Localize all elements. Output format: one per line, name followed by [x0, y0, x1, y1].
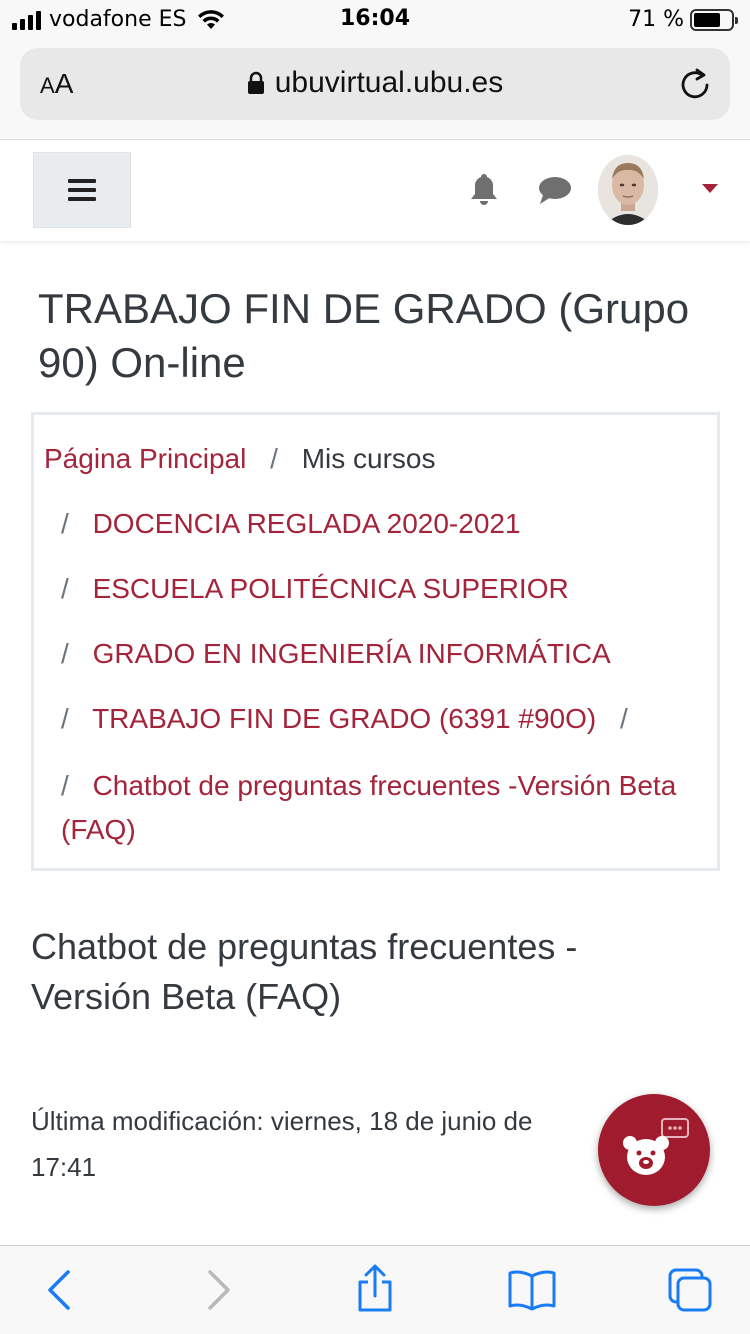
- user-photo-icon: [598, 155, 658, 225]
- breadcrumb-row: / TRABAJO FIN DE GRADO (6391 #90O) /: [44, 699, 707, 764]
- url-display[interactable]: ubuvirtual.ubu.es: [20, 66, 730, 100]
- tabs-icon[interactable]: [666, 1266, 716, 1314]
- share-icon[interactable]: [354, 1264, 396, 1314]
- breadcrumb-home-link[interactable]: Página Principal: [44, 443, 246, 474]
- hamburger-icon: [68, 174, 96, 206]
- breadcrumb-my-courses: Mis cursos: [301, 443, 436, 474]
- browser-address-area: AA ubuvirtual.ubu.es: [0, 40, 750, 140]
- breadcrumb-tfg-link[interactable]: TRABAJO FIN DE GRADO (6391 #90O): [92, 703, 596, 734]
- battery-percent: 71 %: [628, 7, 684, 32]
- breadcrumb: Página Principal / Mis cursos / DOCENCIA…: [31, 412, 720, 871]
- reload-icon[interactable]: [678, 66, 712, 102]
- address-bar[interactable]: AA ubuvirtual.ubu.es: [20, 48, 730, 120]
- forward-icon: [208, 1270, 230, 1310]
- back-icon[interactable]: [44, 1268, 74, 1312]
- breadcrumb-separator: /: [61, 508, 69, 539]
- status-bar: vodafone ES 16:04 71 %: [0, 0, 750, 40]
- nav-drawer-button[interactable]: [33, 152, 131, 228]
- user-menu-caret-icon[interactable]: [702, 184, 718, 193]
- breadcrumb-separator: /: [61, 638, 69, 669]
- section-title: Chatbot de preguntas frecuentes - Versió…: [31, 926, 578, 1017]
- breadcrumb-separator: /: [61, 770, 69, 801]
- url-text: ubuvirtual.ubu.es: [274, 66, 504, 99]
- status-right: 71 %: [628, 7, 738, 32]
- breadcrumb-escuela-link[interactable]: ESCUELA POLITÉCNICA SUPERIOR: [93, 573, 569, 604]
- breadcrumb-separator: /: [619, 703, 628, 734]
- bookmarks-icon[interactable]: [506, 1268, 558, 1312]
- breadcrumb-grado-link[interactable]: GRADO EN INGENIERÍA INFORMÁTICA: [93, 638, 611, 669]
- breadcrumb-chatbot-link[interactable]: Chatbot de preguntas frecuentes -Versión…: [61, 770, 676, 845]
- breadcrumb-separator: /: [61, 573, 69, 604]
- bear-chat-icon: [623, 1118, 689, 1175]
- site-header: [0, 141, 750, 241]
- chatbot-launcher-button[interactable]: [598, 1094, 710, 1206]
- breadcrumb-row: Página Principal / Mis cursos: [44, 439, 707, 504]
- breadcrumb-separator: /: [61, 703, 69, 734]
- messages-chat-icon[interactable]: [537, 175, 573, 207]
- breadcrumb-row: / Chatbot de preguntas frecuentes -Versi…: [44, 764, 707, 852]
- browser-toolbar: [0, 1245, 750, 1334]
- breadcrumb-separator: /: [270, 443, 278, 474]
- battery-icon: [690, 8, 738, 31]
- notifications-bell-icon[interactable]: [468, 171, 500, 207]
- breadcrumb-row: / ESCUELA POLITÉCNICA SUPERIOR: [44, 569, 707, 634]
- breadcrumb-row: / DOCENCIA REGLADA 2020-2021: [44, 504, 707, 569]
- battery-fill: [694, 12, 720, 27]
- lock-icon: [247, 71, 264, 94]
- breadcrumb-row: / GRADO EN INGENIERÍA INFORMÁTICA: [44, 634, 707, 699]
- page-title: TRABAJO FIN DE GRADO (Grupo 90) On-line: [38, 285, 690, 386]
- user-avatar[interactable]: [598, 155, 658, 225]
- breadcrumb-docencia-link[interactable]: DOCENCIA REGLADA 2020-2021: [93, 508, 521, 539]
